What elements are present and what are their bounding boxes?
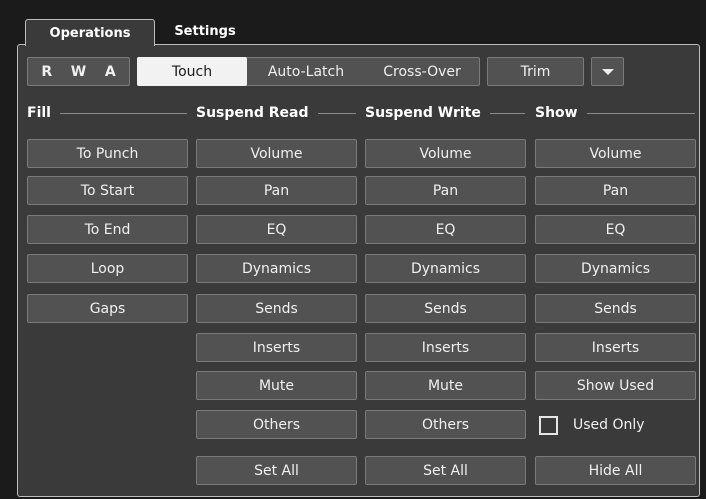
fill-gaps-button[interactable]: Gaps (27, 294, 188, 323)
read-toggle-button[interactable]: R (39, 64, 54, 80)
suspend-read-sends-button[interactable]: Sends (196, 294, 357, 323)
automation-toggle-button[interactable]: A (103, 64, 118, 80)
divider (317, 112, 356, 114)
write-toggle-button[interactable]: W (69, 64, 88, 80)
rwa-group: R W A (27, 57, 130, 86)
section-fill-label: Fill (27, 105, 51, 121)
section-show-label: Show (535, 105, 578, 121)
suspend-read-eq-button[interactable]: EQ (196, 215, 357, 244)
suspend-write-sends-button[interactable]: Sends (365, 294, 526, 323)
suspend-write-pan-button[interactable]: Pan (365, 176, 526, 205)
show-inserts-button[interactable]: Inserts (535, 333, 696, 362)
used-only-label: Used Only (573, 417, 645, 433)
suspend-write-mute-button[interactable]: Mute (365, 371, 526, 400)
show-eq-button[interactable]: EQ (535, 215, 696, 244)
mode-auto-latch-button[interactable]: Auto-Latch (247, 57, 365, 86)
suspend-write-others-button[interactable]: Others (365, 410, 526, 439)
fill-to-end-button[interactable]: To End (27, 215, 188, 244)
suspend-read-pan-button[interactable]: Pan (196, 176, 357, 205)
suspend-read-inserts-button[interactable]: Inserts (196, 333, 357, 362)
show-used-button[interactable]: Show Used (535, 371, 696, 400)
divider (59, 112, 187, 114)
section-suspend-read: Suspend Read (196, 100, 356, 126)
tab-operations[interactable]: Operations (25, 19, 155, 46)
show-dynamics-button[interactable]: Dynamics (535, 254, 696, 283)
divider (586, 112, 695, 114)
suspend-read-others-button[interactable]: Others (196, 410, 357, 439)
section-suspend-write: Suspend Write (365, 100, 525, 126)
mode-cross-over-button[interactable]: Cross-Over (365, 57, 479, 86)
suspend-write-eq-button[interactable]: EQ (365, 215, 526, 244)
fill-to-start-button[interactable]: To Start (27, 176, 188, 205)
trim-button[interactable]: Trim (487, 57, 584, 86)
show-sends-button[interactable]: Sends (535, 294, 696, 323)
caret-down-icon (601, 68, 614, 75)
fill-to-punch-button[interactable]: To Punch (27, 139, 188, 168)
suspend-write-dynamics-button[interactable]: Dynamics (365, 254, 526, 283)
suspend-write-inserts-button[interactable]: Inserts (365, 333, 526, 362)
suspend-read-mute-button[interactable]: Mute (196, 371, 357, 400)
suspend-read-dynamics-button[interactable]: Dynamics (196, 254, 357, 283)
suspend-write-volume-button[interactable]: Volume (365, 139, 526, 168)
section-suspend-write-label: Suspend Write (365, 105, 481, 121)
suspend-write-set-all-button[interactable]: Set All (365, 456, 526, 485)
show-volume-button[interactable]: Volume (535, 139, 696, 168)
divider (489, 112, 525, 114)
section-fill: Fill (27, 100, 187, 126)
used-only-checkbox[interactable] (539, 416, 558, 435)
tab-settings[interactable]: Settings (160, 19, 250, 44)
options-dropdown-button[interactable] (591, 57, 624, 86)
show-pan-button[interactable]: Pan (535, 176, 696, 205)
suspend-read-volume-button[interactable]: Volume (196, 139, 357, 168)
section-suspend-read-label: Suspend Read (196, 105, 309, 121)
section-show: Show (535, 100, 695, 126)
mode-touch-button[interactable]: Touch (137, 57, 247, 86)
show-hide-all-button[interactable]: Hide All (535, 456, 696, 485)
fill-loop-button[interactable]: Loop (27, 254, 188, 283)
suspend-read-set-all-button[interactable]: Set All (196, 456, 357, 485)
